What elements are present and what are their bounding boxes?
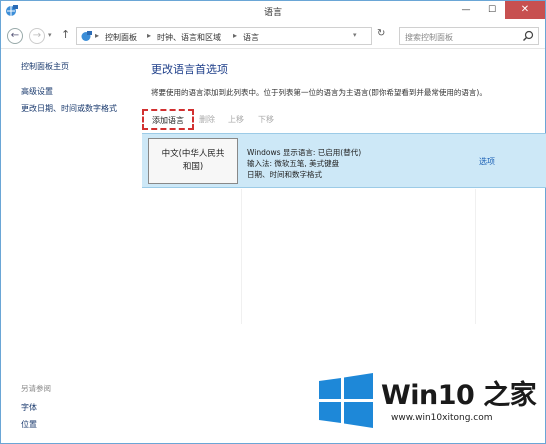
breadcrumb-separator: ▸ <box>233 31 238 40</box>
breadcrumb-separator: ▸ <box>147 31 152 40</box>
page-title: 更改语言首选项 <box>151 63 228 76</box>
move-down-button[interactable]: 下移 <box>258 114 274 125</box>
breadcrumb-control-panel[interactable]: 控制面板 <box>105 32 137 43</box>
minimize-button[interactable]: — <box>453 1 479 19</box>
sidebar-link-fonts[interactable]: 字体 <box>21 402 37 413</box>
language-options-link[interactable]: 选项 <box>479 156 495 167</box>
language-window: 语言 — ☐ ✕ ← → ▾ ↑ ▸ 控制面板 ▸ 时钟、语言和区域 ▸ 语言 … <box>0 0 546 444</box>
sidebar-link-location[interactable]: 位置 <box>21 419 37 430</box>
sidebar-link-control-panel-home[interactable]: 控制面板主页 <box>21 61 69 72</box>
page-description: 将要使用的语言添加到此列表中。位于列表第一位的语言为主语言(即你希望看到并最常使… <box>151 88 487 97</box>
maximize-button[interactable]: ☐ <box>479 1 505 19</box>
language-name-tile[interactable]: 中文(中华人民共 和国) <box>148 138 238 184</box>
add-language-button[interactable]: 添加语言 <box>142 109 194 130</box>
sidebar-link-advanced-settings[interactable]: 高级设置 <box>21 86 53 97</box>
language-name-line1: 中文(中华人民共 <box>161 149 225 159</box>
breadcrumb-language[interactable]: 语言 <box>243 32 259 43</box>
windows-logo-icon <box>319 373 373 428</box>
address-bar: ← → ▾ ↑ ▸ 控制面板 ▸ 时钟、语言和区域 ▸ 语言 ▾ ↻ 搜索控制面… <box>1 23 545 49</box>
back-button[interactable]: ← <box>7 28 23 44</box>
language-display-status: Windows 显示语言: 已启用(替代) <box>247 148 362 157</box>
forward-button[interactable]: → <box>29 28 45 44</box>
sidebar-link-change-date-time-format[interactable]: 更改日期、时间或数字格式 <box>21 103 117 114</box>
see-also-heading: 另请参阅 <box>21 384 51 393</box>
watermark: Win10 之家 www.win10xitong.com <box>317 371 543 437</box>
column-divider <box>241 189 242 324</box>
add-language-label: 添加语言 <box>152 116 184 125</box>
search-icon[interactable] <box>522 30 534 42</box>
sidebar: 控制面板主页 高级设置 更改日期、时间或数字格式 另请参阅 字体 位置 <box>1 50 141 443</box>
language-list-empty-area <box>142 189 546 334</box>
title-bar[interactable]: 语言 — ☐ ✕ <box>1 1 545 22</box>
recent-locations-chevron-down-icon[interactable]: ▾ <box>48 31 52 39</box>
search-box[interactable]: 搜索控制面板 <box>399 27 539 45</box>
language-input-methods: 输入法: 微软五笔, 美式键盘 <box>247 159 340 168</box>
watermark-url: www.win10xitong.com <box>391 413 493 423</box>
control-panel-icon <box>81 31 92 41</box>
language-format-info: 日期、时间和数字格式 <box>247 170 322 179</box>
language-toolbar: 添加语言 删除 上移 下移 <box>142 109 546 131</box>
language-name-line2: 和国) <box>182 162 204 172</box>
language-name: 中文(中华人民共 和国) <box>151 148 235 174</box>
close-button[interactable]: ✕ <box>505 1 545 19</box>
remove-button[interactable]: 删除 <box>199 114 215 125</box>
column-divider <box>475 189 476 324</box>
up-arrow-icon[interactable]: ↑ <box>61 28 70 41</box>
breadcrumb-clock-language-region[interactable]: 时钟、语言和区域 <box>157 32 221 43</box>
watermark-brand: Win10 之家 <box>381 380 537 411</box>
language-list-item[interactable]: 中文(中华人民共 和国) Windows 显示语言: 已启用(替代) 输入法: … <box>142 133 546 188</box>
breadcrumb-separator: ▸ <box>95 31 100 40</box>
refresh-icon[interactable]: ↻ <box>377 28 385 39</box>
breadcrumb[interactable]: ▸ 控制面板 ▸ 时钟、语言和区域 ▸ 语言 ▾ <box>76 27 372 45</box>
address-history-chevron-down-icon[interactable]: ▾ <box>353 31 357 39</box>
move-up-button[interactable]: 上移 <box>228 114 244 125</box>
search-input[interactable]: 搜索控制面板 <box>405 32 453 43</box>
